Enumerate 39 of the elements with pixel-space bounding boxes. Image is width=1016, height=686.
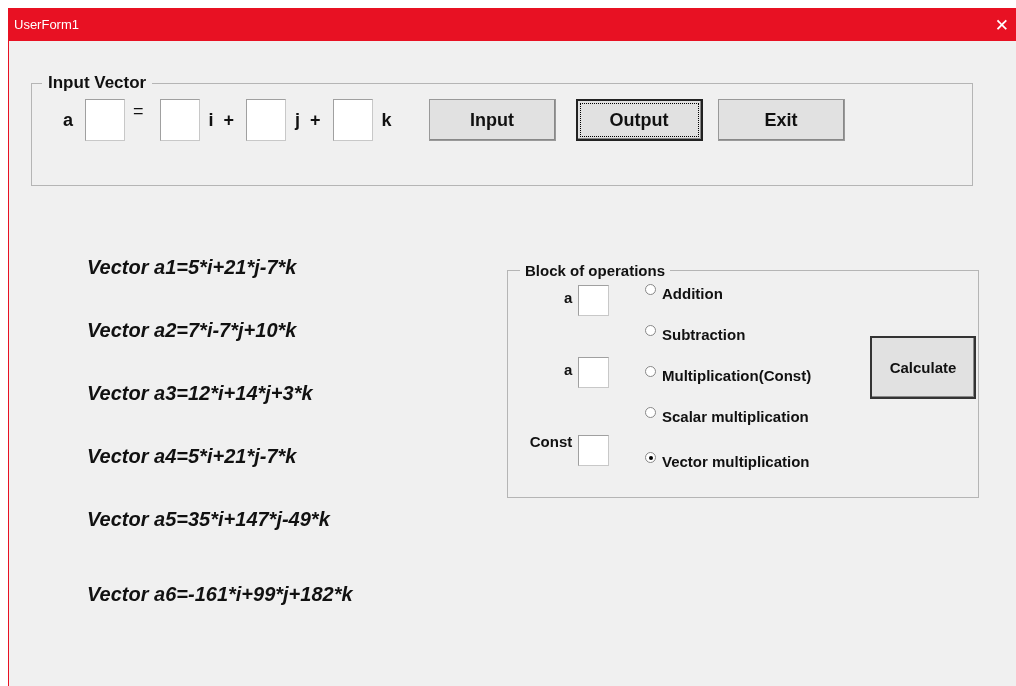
input-field[interactable] xyxy=(578,435,610,466)
vector-result: Vector a3=12*i+14*j+3*k xyxy=(87,382,314,406)
input-field[interactable] xyxy=(578,357,610,388)
radio-button[interactable] xyxy=(645,366,656,377)
vector-result: Vector a6=-161*i+99*j+182*k xyxy=(87,583,354,607)
component-label: j + xyxy=(295,109,321,131)
input-field[interactable] xyxy=(332,99,373,141)
form-button[interactable]: Exit xyxy=(717,99,845,141)
radio-button[interactable] xyxy=(645,407,656,418)
field-label: a xyxy=(562,360,573,378)
component-label: a xyxy=(63,109,73,131)
radio-button[interactable] xyxy=(645,284,656,295)
field-label: a xyxy=(562,288,573,306)
form-button[interactable]: Input xyxy=(428,99,556,141)
radio-button[interactable] xyxy=(645,325,656,336)
component-label: k xyxy=(381,109,392,131)
radio-button[interactable] xyxy=(645,452,656,463)
close-button[interactable]: ✕ xyxy=(994,14,1009,35)
vector-result: Vector a2=7*i-7*j+10*k xyxy=(87,319,298,343)
field-label: Const xyxy=(528,432,573,450)
option-label[interactable]: Addition xyxy=(662,285,723,302)
vector-result: Vector a4=5*i+21*j-7*k xyxy=(87,445,298,469)
calculate-button[interactable]: Calculate xyxy=(870,336,976,399)
input-field[interactable] xyxy=(246,99,287,141)
form-button[interactable]: Output xyxy=(575,99,703,141)
option-label[interactable]: Vector multiplication xyxy=(662,453,810,470)
input-field[interactable] xyxy=(85,99,125,141)
option-label[interactable]: Multiplication(Const) xyxy=(662,367,812,384)
window-title: UserForm1 xyxy=(14,17,79,32)
option-label[interactable]: Subtraction xyxy=(662,326,746,343)
group-title: Block of operations xyxy=(524,262,667,279)
option-label[interactable]: Scalar multiplication xyxy=(662,408,809,425)
input-field[interactable] xyxy=(578,285,610,316)
component-label: i + xyxy=(208,109,235,131)
equals-label: = xyxy=(133,100,144,122)
vector-result: Vector a1=5*i+21*j-7*k xyxy=(87,256,298,280)
vector-result: Vector a5=35*i+147*j-49*k xyxy=(87,508,332,532)
group-title: Input Vector xyxy=(47,73,148,93)
input-field[interactable] xyxy=(159,99,200,141)
